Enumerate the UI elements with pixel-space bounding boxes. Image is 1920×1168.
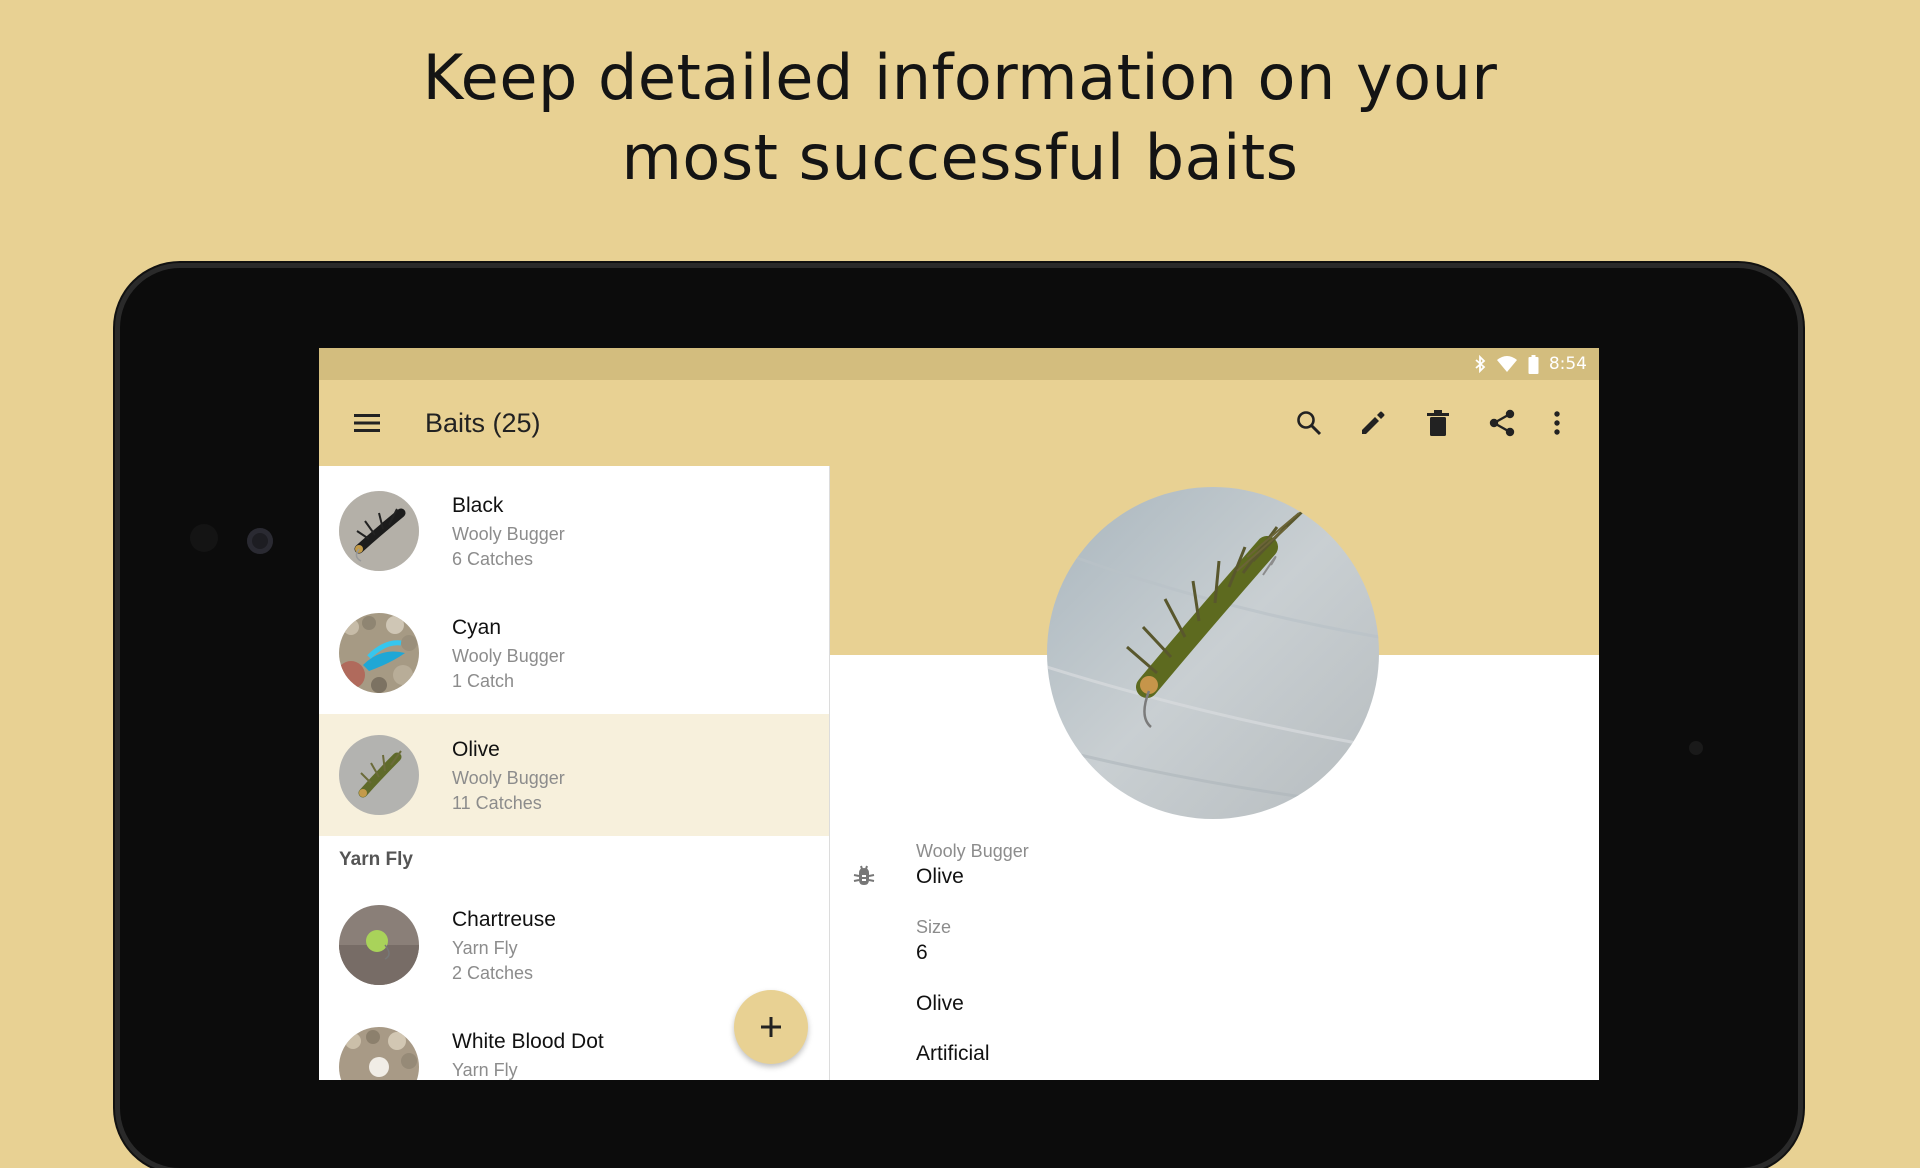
item-subtitle: Wooly Bugger: [452, 646, 565, 666]
share-button[interactable]: [1478, 399, 1526, 447]
bluetooth-icon: [1474, 355, 1486, 373]
item-title: Olive: [452, 738, 500, 761]
color-value: Olive: [916, 992, 964, 1015]
size-label: Size: [916, 917, 952, 937]
more-options-button[interactable]: [1533, 399, 1581, 447]
delete-button[interactable]: [1414, 399, 1462, 447]
item-subtitle: Yarn Fly: [452, 1060, 518, 1080]
menu-icon: [354, 414, 380, 432]
tablet-camera: [190, 524, 218, 552]
headline-line-1: Keep detailed information on your: [422, 41, 1498, 114]
app-bar: Baits (25): [319, 380, 1599, 466]
tablet-sensor: [1689, 741, 1703, 755]
battery-icon: [1528, 354, 1539, 374]
bait-thumbnail-white-blood-dot: [339, 1027, 419, 1080]
delete-icon: [1427, 410, 1449, 436]
list-item-selected[interactable]: Olive Wooly Bugger 11 Catches: [319, 714, 829, 836]
add-icon: [761, 1017, 781, 1037]
app-screen: 8:54 Baits (25) Wooly Bugger: [319, 348, 1599, 1080]
wifi-icon: [1496, 355, 1518, 373]
add-bait-button[interactable]: [734, 990, 808, 1064]
item-title: Chartreuse: [452, 908, 556, 931]
type-value: Artificial: [916, 1042, 990, 1065]
item-subtitle: Yarn Fly: [452, 938, 518, 958]
bait-detail: Wooly Bugger Olive Size 6 Olive Artifici…: [830, 466, 1599, 1080]
list-item[interactable]: Cyan Wooly Bugger 1 Catch: [319, 592, 829, 714]
item-title: Black: [452, 494, 504, 517]
marketing-headline: Keep detailed information on your most s…: [0, 38, 1920, 198]
tablet-camera-lens: [247, 528, 273, 554]
bug-icon: [852, 864, 876, 893]
list-item[interactable]: Chartreuse Yarn Fly 2 Catches: [319, 884, 829, 1006]
share-icon: [1489, 409, 1515, 437]
search-icon: [1297, 411, 1322, 436]
edit-button[interactable]: [1349, 399, 1397, 447]
bait-category: Wooly Bugger: [916, 841, 1029, 861]
more-vert-icon: [1554, 411, 1560, 435]
item-title: White Blood Dot: [452, 1030, 604, 1053]
menu-button[interactable]: [343, 399, 391, 447]
headline-line-2: most successful baits: [621, 121, 1299, 194]
list-item[interactable]: Black Wooly Bugger 6 Catches: [319, 470, 829, 592]
bait-thumbnail-chartreuse: [339, 905, 419, 985]
size-value: 6: [916, 941, 928, 964]
bait-thumbnail-cyan: [339, 613, 419, 693]
search-button[interactable]: [1285, 399, 1333, 447]
item-title: Cyan: [452, 616, 502, 639]
item-catch-count: 11 Catches: [452, 793, 542, 813]
bait-name: Olive: [916, 865, 964, 888]
bait-list[interactable]: Wooly Bugger Black Wooly Bugger 6 Catche…: [319, 466, 830, 1080]
page-title: Baits (25): [425, 408, 541, 438]
item-catch-count: 1 Catch: [452, 671, 515, 691]
item-catch-count: 6 Catches: [452, 549, 534, 569]
section-header-yarn-fly: Yarn Fly: [339, 849, 413, 870]
bait-thumbnail-olive: [339, 735, 419, 815]
item-subtitle: Wooly Bugger: [452, 524, 565, 544]
edit-icon: [1362, 411, 1385, 434]
status-time: 8:54: [1548, 354, 1587, 374]
status-bar: 8:54: [319, 348, 1599, 380]
item-subtitle: Wooly Bugger: [452, 768, 565, 788]
bait-photo[interactable]: [1047, 487, 1379, 819]
bait-thumbnail-black: [339, 491, 419, 571]
item-catch-count: 2 Catches: [452, 963, 534, 983]
